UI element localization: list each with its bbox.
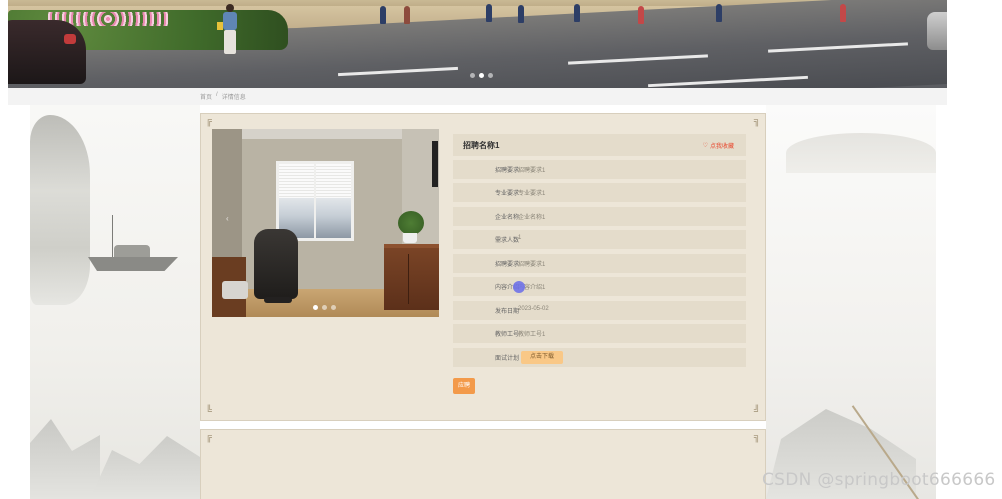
mouse-cursor-indicator <box>513 281 525 293</box>
banner-pedestrian <box>217 4 240 56</box>
plan-row: 面试计划 点击下载 <box>453 348 746 367</box>
field-label: 需求人数 <box>494 238 519 244</box>
carousel-dot-active[interactable] <box>479 73 484 78</box>
corner-ornament-icon: ╔ <box>205 432 213 443</box>
field-value: 企业名称1 <box>518 215 546 221</box>
corner-ornament-icon: ╗ <box>753 432 761 443</box>
field-row: 教师工号 教师工号1 <box>453 324 746 343</box>
banner-pedestrian <box>716 4 722 22</box>
ink-cliff <box>30 115 90 305</box>
banner-pedestrian <box>380 6 386 24</box>
carousel-dot[interactable] <box>488 73 493 78</box>
field-label: 专业要求 <box>494 191 519 197</box>
photo-chair <box>254 229 298 299</box>
watermark: CSDN @springboot666666 <box>762 470 996 490</box>
field-row: 招聘要求 招聘要求1 <box>453 254 746 273</box>
banner-pedestrian <box>840 4 846 22</box>
carousel-prev-icon[interactable]: ‹ <box>226 214 229 223</box>
banner-pedestrian <box>638 6 644 24</box>
banner-pedestrian <box>404 6 410 24</box>
field-value: 教师工号1 <box>518 332 546 338</box>
field-label: 发布日期 <box>494 309 519 315</box>
job-title: 招聘名称1 <box>463 141 500 150</box>
corner-ornament-icon: ╗ <box>753 116 761 127</box>
field-row: 招聘要求 招聘要求1 <box>453 160 746 179</box>
photo-indicators <box>313 305 336 310</box>
breadcrumb-bar <box>8 88 947 105</box>
banner-car <box>8 20 86 84</box>
banner-pedestrian <box>574 4 580 22</box>
carousel-dot[interactable] <box>322 305 327 310</box>
field-value: 专业要求1 <box>518 191 546 197</box>
breadcrumb: 首页 / 详情信息 <box>200 92 246 101</box>
field-value: 2023-05-02 <box>518 306 549 312</box>
ink-boat <box>88 257 178 271</box>
favorite-button[interactable]: ♡ 点我收藏 <box>703 141 734 150</box>
field-row: 需求人数 1 <box>453 230 746 249</box>
corner-ornament-icon: ╚ <box>205 406 213 417</box>
banner-pedestrian <box>486 4 492 22</box>
ink-boat-mast <box>112 215 113 259</box>
breadcrumb-separator: / <box>216 92 218 98</box>
field-label: 内容介绍 <box>494 285 519 291</box>
field-label: 教师工号 <box>494 332 519 338</box>
favorite-label: 点我收藏 <box>709 144 734 150</box>
field-row: 企业名称 企业名称1 <box>453 207 746 226</box>
photo-plant <box>398 211 424 235</box>
field-row: 专业要求 专业要求1 <box>453 183 746 202</box>
corner-ornament-icon: ╝ <box>753 406 761 417</box>
carousel-dot[interactable] <box>470 73 475 78</box>
breadcrumb-home[interactable]: 首页 <box>200 92 212 101</box>
field-row: 发布日期 2023-05-02 <box>453 301 746 320</box>
heart-icon: ♡ <box>702 143 708 149</box>
detail-panel-secondary: ╔ ╗ <box>200 429 766 499</box>
breadcrumb-current: 详情信息 <box>221 95 246 101</box>
photo-cabinet <box>384 244 439 310</box>
ink-painting-left <box>30 105 200 499</box>
ink-mountain <box>90 436 200 499</box>
ink-hill <box>786 133 936 173</box>
field-value: 1 <box>518 235 522 241</box>
banner-car <box>927 12 947 50</box>
apply-button[interactable]: 应聘 <box>453 378 475 394</box>
photo-frame <box>432 141 438 187</box>
field-label: 招聘要求 <box>494 262 519 268</box>
field-label: 企业名称 <box>494 215 519 221</box>
ink-boat-cabin <box>114 245 150 259</box>
banner-pedestrian <box>518 5 524 23</box>
carousel-dot[interactable] <box>331 305 336 310</box>
ink-mountain <box>30 419 100 499</box>
photo-phone <box>222 281 248 299</box>
carousel-dot-active[interactable] <box>313 305 318 310</box>
download-plan-button[interactable]: 点击下载 <box>521 351 564 364</box>
ink-painting-right <box>766 105 936 499</box>
field-label: 招聘要求 <box>494 168 519 174</box>
job-photo-carousel[interactable] <box>212 129 439 317</box>
field-value: 招聘要求1 <box>518 168 546 174</box>
field-row: 内容介绍 内容介绍1 <box>453 277 746 296</box>
banner-indicators <box>470 73 493 78</box>
field-label: 面试计划 <box>494 356 519 362</box>
job-title-row: 招聘名称1 ♡ 点我收藏 <box>453 134 746 156</box>
field-value: 招聘要求1 <box>518 262 546 268</box>
corner-ornament-icon: ╔ <box>205 116 213 127</box>
